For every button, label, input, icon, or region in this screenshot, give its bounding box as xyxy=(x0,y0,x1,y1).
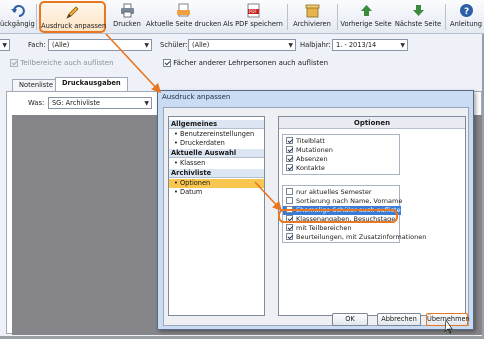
app-window: ückgängig Ausdruck anpassen Drucken Aktu… xyxy=(0,0,484,339)
arrow-to-dialog xyxy=(105,33,162,94)
arrow-to-option xyxy=(254,181,283,212)
annotation-arrows xyxy=(105,33,453,334)
mouse-cursor-icon xyxy=(444,319,453,334)
